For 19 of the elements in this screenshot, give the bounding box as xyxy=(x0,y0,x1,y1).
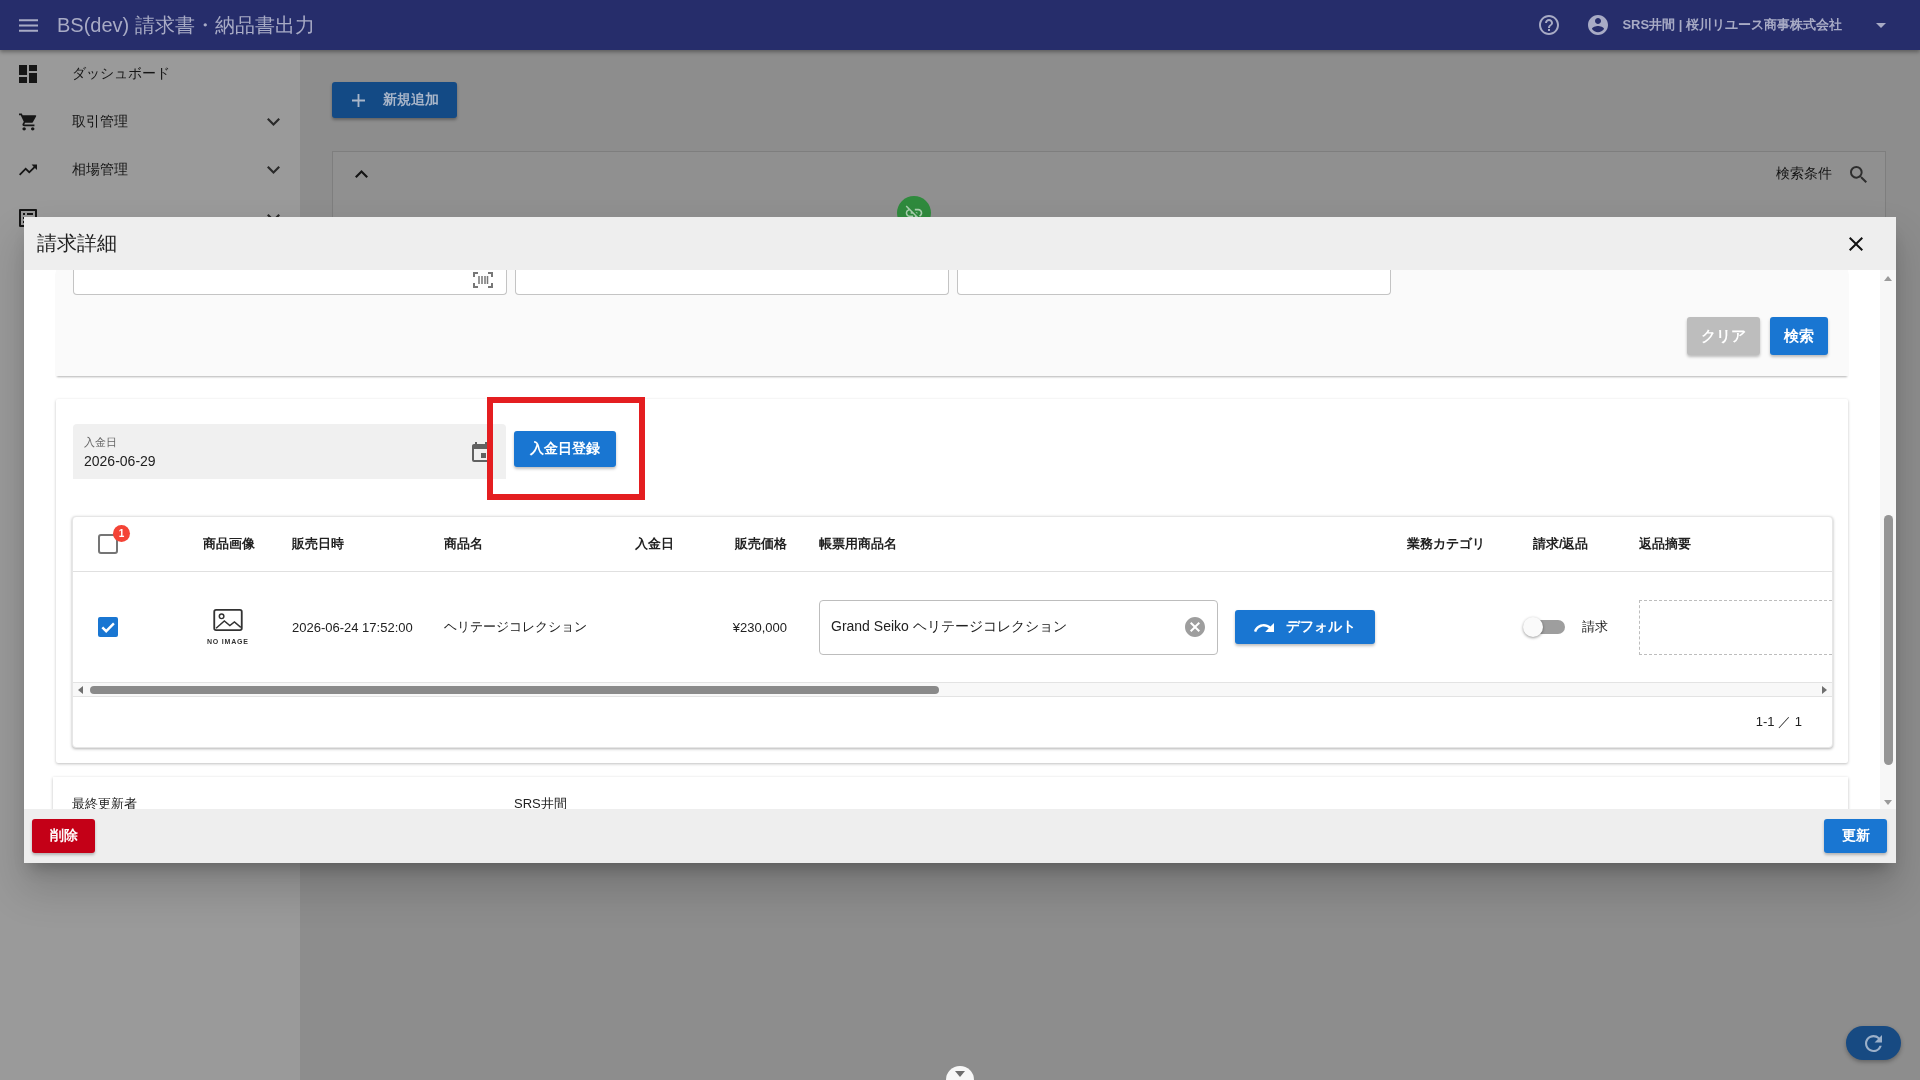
search-panel-title: 検索条件 xyxy=(1776,165,1832,183)
column-header: 業務カテゴリ xyxy=(1407,535,1485,553)
info-value: SRS井間 xyxy=(514,797,567,809)
product-name: ヘリテージコレクション xyxy=(444,618,587,636)
column-header: 入金日 xyxy=(635,535,674,553)
column-header: 販売日時 xyxy=(292,535,344,553)
dialog-title: 請求詳細 xyxy=(37,231,117,256)
column-header: 帳票用商品名 xyxy=(819,535,897,553)
pagination-text: 1-1 ／ 1 xyxy=(1755,713,1802,731)
sale-price: ¥230,000 xyxy=(732,619,787,635)
app-title: BS(dev) 請求書・納品書出力 xyxy=(57,12,315,38)
column-header: 請求/返品 xyxy=(1533,535,1589,553)
count-badge: 1 xyxy=(113,525,130,542)
column-header: 商品画像 xyxy=(203,535,255,553)
column-header: 返品摘要 xyxy=(1639,535,1691,553)
column-header: 商品名 xyxy=(444,535,483,553)
billing-label: 請求 xyxy=(1582,618,1608,636)
column-header: 販売価格 xyxy=(735,535,787,553)
sale-datetime: 2026-06-24 17:52:00 xyxy=(292,619,413,635)
